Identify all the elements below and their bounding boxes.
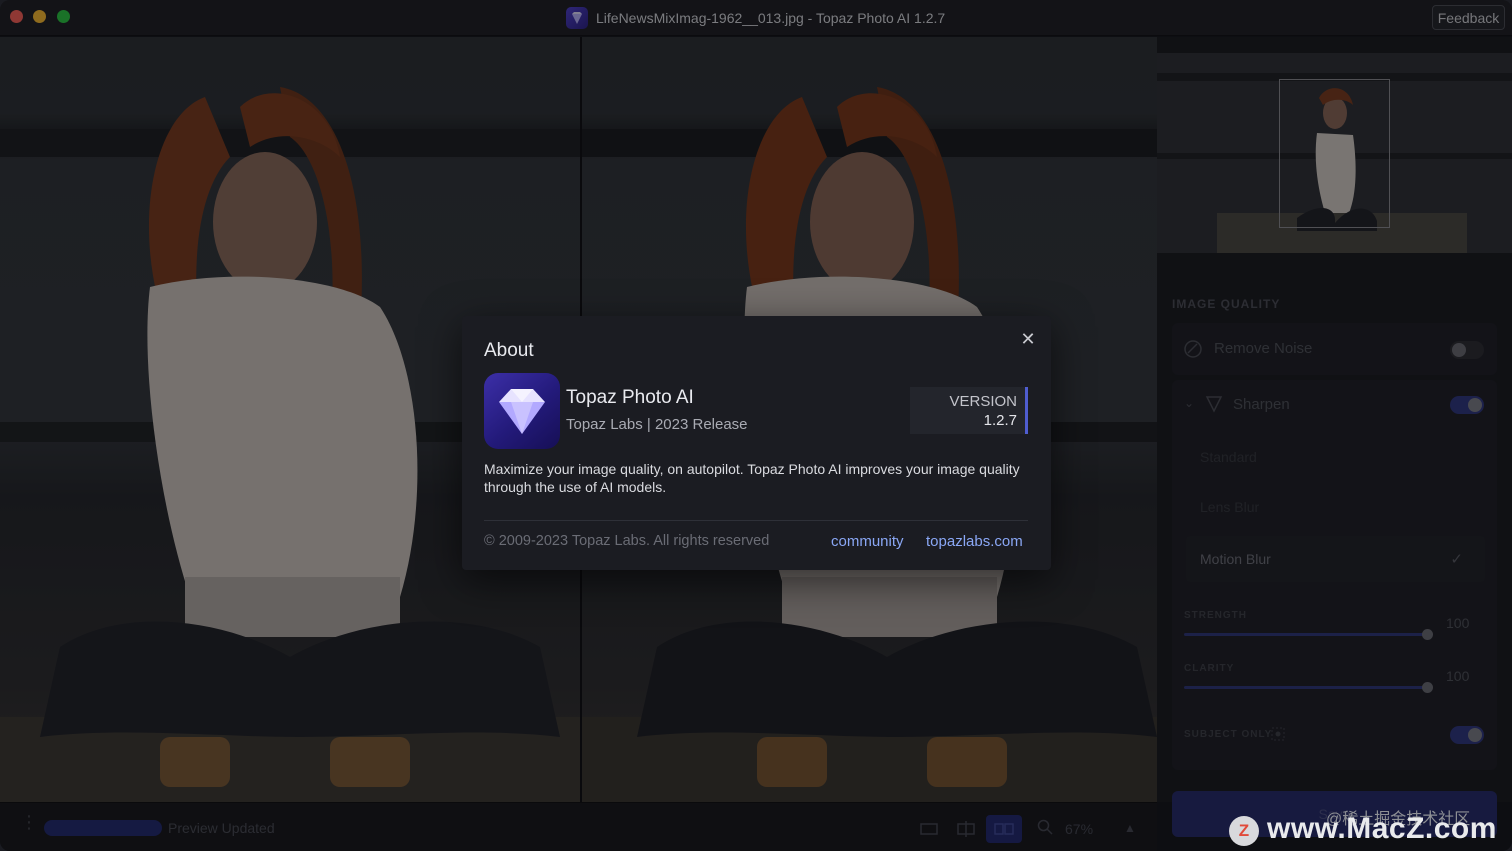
topaz-logo-icon: [566, 7, 588, 29]
bottom-bar: ⋮ Preview Updated 67% ▲: [0, 802, 1157, 851]
settings-panel: IMAGE QUALITY Remove Noise ⌄ Sharpen Sta…: [1157, 37, 1512, 837]
zoom-level[interactable]: 67%: [1065, 821, 1093, 837]
topazlabs-link[interactable]: topazlabs.com: [926, 533, 1023, 550]
strength-slider-thumb[interactable]: [1422, 629, 1433, 640]
sharpen-icon: [1205, 396, 1223, 413]
strength-slider[interactable]: [1184, 633, 1428, 636]
about-dialog: About ✕ Topaz Photo AI Topaz Labs | 2023…: [462, 316, 1051, 570]
clarity-slider[interactable]: [1184, 686, 1428, 689]
maximize-window-button[interactable]: [57, 10, 70, 23]
version-label: VERSION: [949, 393, 1017, 410]
subject-only-toggle[interactable]: [1450, 726, 1484, 744]
split-view-button[interactable]: [948, 815, 984, 843]
model-standard[interactable]: Standard: [1186, 434, 1485, 480]
preview-status: Preview Updated: [168, 820, 275, 836]
minimize-window-button[interactable]: [33, 10, 46, 23]
about-title: About: [484, 340, 534, 361]
watermark-badge: Z: [1229, 816, 1259, 846]
remove-noise-label: Remove Noise: [1214, 340, 1313, 357]
checkmark-icon: ✓: [1450, 551, 1463, 568]
window-title-group: LifeNewsMixImag-1962__013.jpg - Topaz Ph…: [566, 7, 945, 29]
model-motion-blur[interactable]: Motion Blur ✓: [1186, 536, 1485, 582]
remove-noise-toggle[interactable]: [1450, 341, 1484, 359]
sharpen-toggle[interactable]: [1450, 396, 1484, 414]
navigator-thumbnail[interactable]: [1157, 53, 1512, 253]
version-number: 1.2.7: [983, 412, 1017, 429]
title-bar: LifeNewsMixImag-1962__013.jpg - Topaz Ph…: [0, 0, 1512, 36]
chevron-down-icon[interactable]: ⌄: [1184, 396, 1194, 410]
strength-value[interactable]: 100: [1446, 615, 1469, 631]
sharpen-label: Sharpen: [1233, 396, 1290, 413]
community-link[interactable]: community: [831, 533, 904, 550]
model-motion-blur-label: Motion Blur: [1200, 551, 1271, 567]
app-publisher: Topaz Labs | 2023 Release: [566, 416, 748, 433]
app-window: LifeNewsMixImag-1962__013.jpg - Topaz Ph…: [0, 0, 1512, 851]
close-window-button[interactable]: [10, 10, 23, 23]
more-options-icon[interactable]: ⋮: [20, 813, 38, 831]
remove-noise-row[interactable]: Remove Noise: [1172, 323, 1497, 375]
dialog-divider: [484, 520, 1028, 521]
single-view-icon: [920, 823, 938, 835]
split-view-icon: [957, 821, 975, 837]
clarity-slider-thumb[interactable]: [1422, 682, 1433, 693]
side-by-side-view-button[interactable]: [986, 815, 1022, 843]
remove-noise-icon: [1184, 340, 1202, 358]
topaz-app-icon: [484, 373, 560, 449]
caret-up-icon[interactable]: ▲: [1124, 821, 1136, 835]
close-icon[interactable]: ✕: [1018, 329, 1038, 349]
single-view-button[interactable]: [911, 815, 947, 843]
navigator-viewport-frame[interactable]: [1279, 79, 1390, 228]
side-by-side-icon: [994, 823, 1014, 835]
subject-only-label: SUBJECT ONLY: [1184, 729, 1273, 740]
version-box: VERSION 1.2.7: [910, 387, 1028, 434]
clarity-value[interactable]: 100: [1446, 668, 1469, 684]
strength-label: STRENGTH: [1184, 610, 1247, 621]
window-title: LifeNewsMixImag-1962__013.jpg - Topaz Ph…: [596, 10, 946, 26]
progress-bar: [44, 820, 162, 836]
watermark-url: www.MacZ.com: [1267, 812, 1497, 845]
model-lens-blur[interactable]: Lens Blur: [1186, 484, 1485, 530]
feedback-button[interactable]: Feedback: [1432, 5, 1505, 30]
app-name: Topaz Photo AI: [566, 387, 694, 408]
about-description: Maximize your image quality, on autopilo…: [484, 461, 1020, 495]
copyright-text: © 2009-2023 Topaz Labs. All rights reser…: [484, 533, 770, 549]
image-quality-heading: IMAGE QUALITY: [1172, 297, 1281, 311]
clarity-label: CLARITY: [1184, 663, 1235, 674]
subject-select-icon: [1271, 727, 1285, 741]
zoom-icon[interactable]: [1037, 819, 1053, 839]
